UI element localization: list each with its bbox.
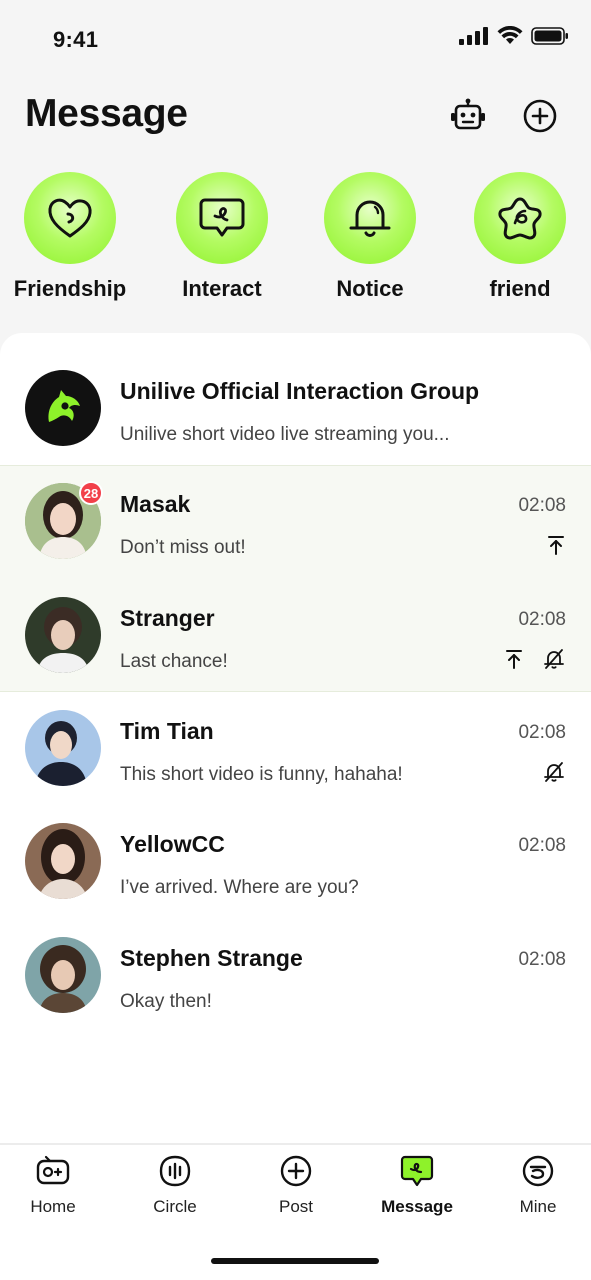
status-time: 9:41 <box>53 27 99 52</box>
conversation-time: 02:08 <box>518 835 566 856</box>
heart-icon <box>48 198 92 238</box>
avatar <box>25 823 101 899</box>
avatar <box>25 937 101 1013</box>
conversation-preview: Don’t miss out! <box>120 537 246 558</box>
shortcut-label: Notice <box>336 276 404 301</box>
avatar-photo <box>25 710 101 786</box>
nav-mine[interactable]: Mine <box>483 1153 591 1217</box>
conversation-name: Masak <box>120 491 191 517</box>
conversation-name: Stranger <box>120 605 215 631</box>
mute-bell-icon <box>544 762 564 782</box>
shortcut-row: Friendship Interact Notice friend <box>0 172 591 312</box>
conversation-preview: Unilive short video live streaming you..… <box>120 424 450 445</box>
conversation-time: 02:08 <box>518 722 566 743</box>
conversation-time: 02:08 <box>518 495 566 516</box>
nav-circle[interactable]: Circle <box>120 1153 230 1217</box>
home-indicator <box>211 1258 379 1264</box>
unread-badge: 28 <box>79 481 103 505</box>
conversation-row-group[interactable]: Unilive Official Interaction Group Unili… <box>0 352 591 465</box>
nav-home[interactable]: Home <box>0 1153 108 1217</box>
shortcut-circle <box>176 172 268 264</box>
shortcut-label: friend <box>489 276 551 301</box>
add-circle-icon <box>523 99 557 133</box>
avatar-photo <box>25 937 101 1013</box>
circle-bars-icon <box>157 1153 193 1189</box>
gamepad-icon <box>35 1153 71 1189</box>
nav-post[interactable]: Post <box>241 1153 351 1217</box>
wifi-icon <box>497 26 523 44</box>
robot-button[interactable] <box>446 94 490 138</box>
conversation-row[interactable]: Tim Tian 02:08 This short video is funny… <box>0 692 591 805</box>
nav-label: Post <box>278 1197 314 1216</box>
shortcut-friendship[interactable]: Friendship <box>0 172 145 302</box>
signal-icon <box>459 26 488 45</box>
conversation-preview: I’ve arrived. Where are you? <box>120 877 359 898</box>
chat-bubble-icon <box>199 198 245 237</box>
conversation-row[interactable]: Stranger 02:08 Last chance! <box>0 579 591 692</box>
shortcut-circle <box>24 172 116 264</box>
mute-bell-icon <box>544 649 564 669</box>
conversation-row[interactable]: 28 Masak 02:08 Don’t miss out! <box>0 465 591 578</box>
profile-icon <box>520 1153 556 1189</box>
shortcut-friend[interactable]: friend <box>445 172 591 302</box>
nav-message[interactable]: Message <box>362 1153 472 1217</box>
shortcut-label: Interact <box>182 276 262 301</box>
conversation-name: Stephen Strange <box>120 945 303 971</box>
conversation-name: Unilive Official Interaction Group <box>120 378 480 404</box>
bell-icon <box>349 200 391 237</box>
status-icons <box>459 26 569 45</box>
conversation-time: 02:08 <box>518 949 566 970</box>
plus-circle-icon <box>278 1153 314 1189</box>
pin-top-icon <box>506 650 522 669</box>
add-button[interactable] <box>518 94 562 138</box>
header: Message <box>0 84 591 148</box>
conversation-flags <box>547 535 565 555</box>
status-bar: 9:41 <box>0 0 591 80</box>
unilive-logo-icon <box>48 390 80 422</box>
avatar-photo <box>25 823 101 899</box>
conversation-row[interactable]: Stephen Strange 02:08 Okay then! <box>0 919 591 1032</box>
conversation-preview: This short video is funny, hahaha! <box>120 764 403 785</box>
conversation-list: Unilive Official Interaction Group Unili… <box>0 333 591 1143</box>
flower-icon <box>498 197 542 240</box>
message-bubble-icon <box>399 1153 435 1189</box>
nav-label: Mine <box>519 1197 557 1216</box>
shortcut-interact[interactable]: Interact <box>147 172 297 302</box>
avatar-photo <box>25 597 101 673</box>
avatar <box>25 710 101 786</box>
nav-label: Circle <box>153 1197 197 1216</box>
conversation-preview: Last chance! <box>120 651 228 672</box>
shortcut-notice[interactable]: Notice <box>295 172 445 302</box>
shortcut-circle <box>324 172 416 264</box>
conversation-preview: Okay then! <box>120 991 212 1012</box>
shortcut-circle <box>474 172 566 264</box>
avatar <box>25 597 101 673</box>
conversation-row[interactable]: YellowCC 02:08 I’ve arrived. Where are y… <box>0 805 591 918</box>
conversation-flags <box>505 649 565 669</box>
conversation-flags <box>543 762 565 782</box>
conversation-time: 02:08 <box>518 609 566 630</box>
nav-label: Message <box>381 1197 453 1216</box>
page-title: Message <box>25 92 188 135</box>
conversation-name: Tim Tian <box>120 718 214 744</box>
nav-label: Home <box>30 1197 76 1216</box>
conversation-name: YellowCC <box>120 831 225 857</box>
group-avatar <box>25 370 101 446</box>
shortcut-label: Friendship <box>13 276 127 301</box>
robot-icon <box>451 98 485 130</box>
battery-icon <box>531 26 568 45</box>
pin-top-icon <box>548 536 564 555</box>
